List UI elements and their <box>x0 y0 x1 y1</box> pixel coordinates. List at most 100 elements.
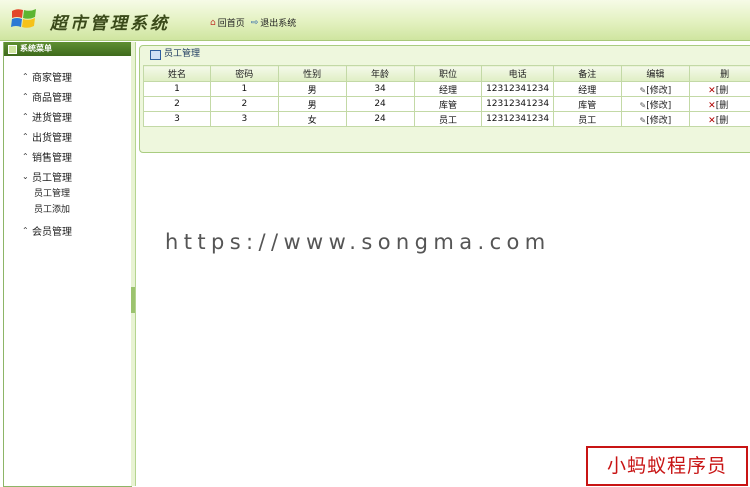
edit-link[interactable]: ✎[修改] <box>640 101 672 111</box>
sidebar-item-label: 会员管理 <box>32 223 72 238</box>
sidebar-item-label: 出货管理 <box>32 129 72 144</box>
cell-age: 24 <box>346 97 414 112</box>
submenu-item-staff-add[interactable]: 员工添加 <box>34 202 131 218</box>
column-header: 备注 <box>553 66 621 82</box>
chevron-up-icon: ⌃ <box>22 152 32 161</box>
cell-note: 库管 <box>553 97 621 112</box>
column-header: 年龄 <box>346 66 414 82</box>
sidebar: 系统菜单 ⌃ 商家管理 ⌃ 商品管理 ⌃ 进货管理 ⌃ 出货管理 ⌃ 销售管理 … <box>3 42 132 487</box>
cell-gender: 女 <box>278 112 346 127</box>
cell-position: 员工 <box>414 112 482 127</box>
sidebar-item-merchant[interactable]: ⌃ 商家管理 <box>4 66 131 86</box>
x-icon: ✕ <box>708 101 716 111</box>
logout-icon: ⇨ <box>251 18 259 28</box>
cell-delete: ✕[删 <box>690 82 750 97</box>
window-icon <box>150 50 161 60</box>
chevron-up-icon: ⌃ <box>22 92 32 101</box>
cell-password: 1 <box>210 82 278 97</box>
sidebar-item-members[interactable]: ⌃ 会员管理 <box>4 220 131 240</box>
staff-submenu: 员工管理 员工添加 <box>4 186 131 218</box>
x-icon: ✕ <box>708 116 716 126</box>
cell-delete: ✕[删 <box>690 97 750 112</box>
delete-link[interactable]: ✕[删 <box>708 101 728 111</box>
sidebar-item-staff[interactable]: ⌄ 员工管理 <box>4 166 131 186</box>
chevron-up-icon: ⌃ <box>22 72 32 81</box>
sidebar-title-label: 系统菜单 <box>20 42 52 56</box>
sidebar-item-label: 销售管理 <box>32 149 72 164</box>
edit-link[interactable]: ✎[修改] <box>640 116 672 126</box>
splitter-bar <box>131 42 136 486</box>
sidebar-title: 系统菜单 <box>4 42 131 56</box>
table-row: 2 2 男 24 库管 12312341234 库管 ✎[修改] ✕[删 <box>144 97 750 112</box>
cell-position: 库管 <box>414 97 482 112</box>
staff-table: 姓名 密码 性别 年龄 职位 电话 备注 编辑 删 1 1 男 34 经理 12… <box>143 65 750 127</box>
cell-position: 经理 <box>414 82 482 97</box>
sidebar-item-label: 进货管理 <box>32 109 72 124</box>
chevron-up-icon: ⌃ <box>22 112 32 121</box>
panel-title: 员工管理 <box>164 46 200 63</box>
author-stamp: 小蚂蚁程序员 <box>586 446 748 486</box>
cell-delete: ✕[删 <box>690 112 750 127</box>
sidebar-item-sales[interactable]: ⌃ 销售管理 <box>4 146 131 166</box>
cell-password: 2 <box>210 97 278 112</box>
chevron-up-icon: ⌃ <box>22 132 32 141</box>
watermark-text: https://www.songma.com <box>165 230 551 254</box>
app-title: 超市管理系统 <box>50 9 170 34</box>
chevron-up-icon: ⌃ <box>22 226 32 235</box>
cell-name: 3 <box>144 112 211 127</box>
home-link-label: 回首页 <box>218 16 245 29</box>
staff-panel: 员工管理 姓名 密码 性别 年龄 职位 电话 备注 编辑 删 1 1 男 34 … <box>139 45 750 153</box>
cell-edit: ✎[修改] <box>621 112 690 127</box>
cell-phone: 12312341234 <box>482 97 553 112</box>
column-header: 性别 <box>278 66 346 82</box>
logout-link-label: 退出系统 <box>260 16 296 29</box>
app-header: 超市管理系统 ⌂ 回首页 ⇨ 退出系统 <box>0 0 750 41</box>
table-header-row: 姓名 密码 性别 年龄 职位 电话 备注 编辑 删 <box>144 66 750 82</box>
splitter-handle[interactable] <box>131 287 135 313</box>
cell-name: 1 <box>144 82 211 97</box>
sidebar-item-label: 员工管理 <box>32 169 72 184</box>
edit-link-label: [修改] <box>646 86 671 96</box>
delete-link[interactable]: ✕[删 <box>708 86 728 96</box>
sidebar-item-label: 商家管理 <box>32 69 72 84</box>
logout-link[interactable]: ⇨ 退出系统 <box>251 16 297 29</box>
cell-phone: 12312341234 <box>482 82 553 97</box>
column-header: 电话 <box>482 66 553 82</box>
cell-name: 2 <box>144 97 211 112</box>
table-row: 1 1 男 34 经理 12312341234 经理 ✎[修改] ✕[删 <box>144 82 750 97</box>
cell-note: 经理 <box>553 82 621 97</box>
cell-age: 34 <box>346 82 414 97</box>
delete-link[interactable]: ✕[删 <box>708 116 728 126</box>
sidebar-menu: ⌃ 商家管理 ⌃ 商品管理 ⌃ 进货管理 ⌃ 出货管理 ⌃ 销售管理 ⌄ 员工管… <box>4 66 131 240</box>
delete-link-label: [删 <box>716 116 729 126</box>
delete-link-label: [删 <box>716 101 729 111</box>
column-header: 删 <box>690 66 750 82</box>
sidebar-item-shipping[interactable]: ⌃ 出货管理 <box>4 126 131 146</box>
sidebar-item-label: 商品管理 <box>32 89 72 104</box>
delete-link-label: [删 <box>716 86 729 96</box>
cell-gender: 男 <box>278 97 346 112</box>
submenu-item-staff-list[interactable]: 员工管理 <box>34 186 131 202</box>
cell-age: 24 <box>346 112 414 127</box>
table-row: 3 3 女 24 员工 12312341234 员工 ✎[修改] ✕[删 <box>144 112 750 127</box>
cell-phone: 12312341234 <box>482 112 553 127</box>
x-icon: ✕ <box>708 86 716 96</box>
panel-header: 员工管理 <box>140 46 750 63</box>
column-header: 职位 <box>414 66 482 82</box>
column-header: 编辑 <box>621 66 690 82</box>
edit-link[interactable]: ✎[修改] <box>640 86 672 96</box>
cell-edit: ✎[修改] <box>621 97 690 112</box>
sidebar-item-purchasing[interactable]: ⌃ 进货管理 <box>4 106 131 126</box>
edit-link-label: [修改] <box>646 101 671 111</box>
home-link[interactable]: ⌂ 回首页 <box>210 16 245 29</box>
cell-edit: ✎[修改] <box>621 82 690 97</box>
top-nav: ⌂ 回首页 ⇨ 退出系统 <box>210 16 296 29</box>
chevron-down-icon: ⌄ <box>22 172 32 181</box>
column-header: 密码 <box>210 66 278 82</box>
cell-gender: 男 <box>278 82 346 97</box>
menu-grid-icon <box>8 45 17 54</box>
column-header: 姓名 <box>144 66 211 82</box>
sidebar-item-products[interactable]: ⌃ 商品管理 <box>4 86 131 106</box>
windows-logo-icon <box>10 5 38 33</box>
cell-note: 员工 <box>553 112 621 127</box>
